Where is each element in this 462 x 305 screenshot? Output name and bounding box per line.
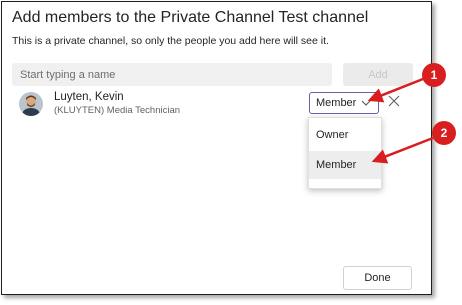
- close-icon[interactable]: [387, 94, 401, 108]
- add-members-dialog: Add members to the Private Channel Test …: [1, 1, 432, 295]
- search-placeholder: Start typing a name: [20, 68, 116, 81]
- done-button[interactable]: Done: [343, 266, 412, 290]
- member-search-input[interactable]: Start typing a name: [12, 63, 332, 86]
- annotation-badge-2: 2: [432, 121, 456, 145]
- member-name: Luyten, Kevin: [54, 91, 124, 103]
- chevron-down-icon: [361, 100, 371, 106]
- user-avatar-icon: [19, 92, 43, 116]
- avatar: [19, 92, 43, 116]
- member-description: (KLUYTEN) Media Technician: [54, 105, 181, 116]
- annotation-badge-1: 1: [422, 63, 446, 87]
- role-option-owner[interactable]: Owner: [309, 121, 381, 149]
- role-select[interactable]: Member: [309, 92, 379, 114]
- dialog-subtitle: This is a private channel, so only the p…: [12, 35, 329, 47]
- add-button[interactable]: Add: [343, 63, 413, 86]
- role-option-member[interactable]: Member: [309, 151, 381, 179]
- role-dropdown-menu: Owner Member: [308, 117, 382, 189]
- dialog-title: Add members to the Private Channel Test …: [12, 9, 369, 26]
- role-select-value: Member: [316, 97, 357, 109]
